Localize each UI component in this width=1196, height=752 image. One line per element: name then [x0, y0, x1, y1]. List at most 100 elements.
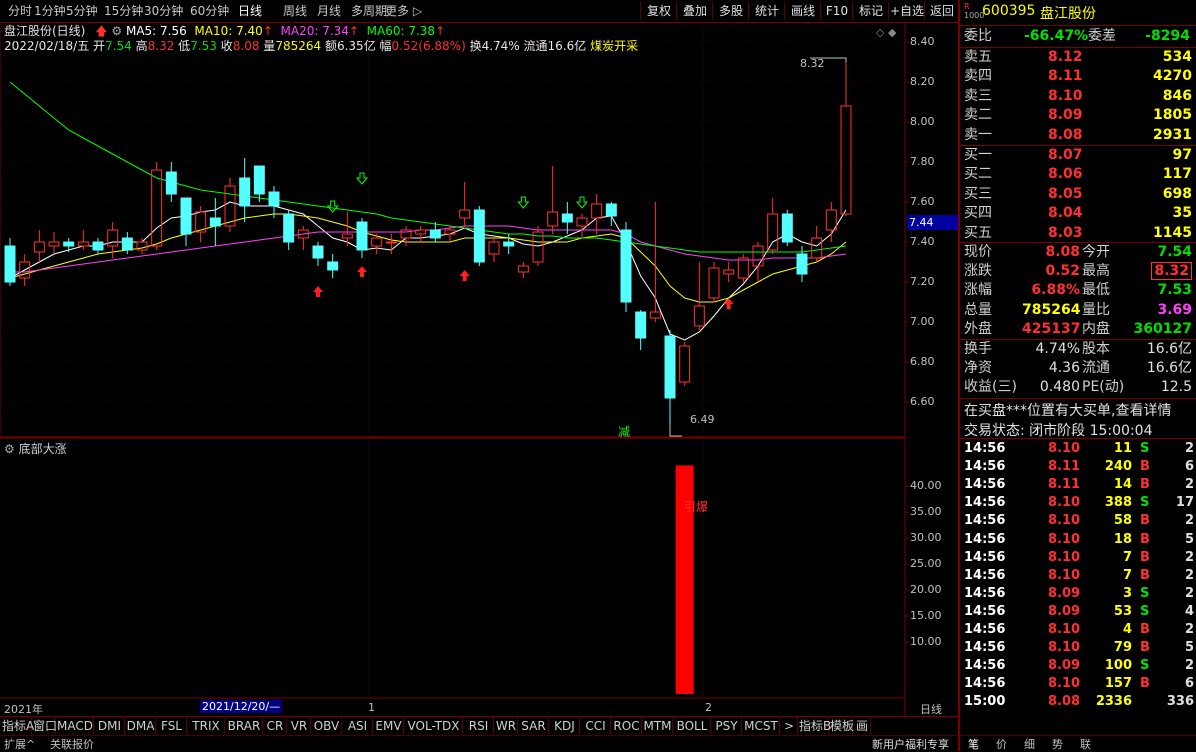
- indicator-tab-11[interactable]: ASI: [343, 718, 373, 734]
- indicator-tab-18[interactable]: CCI: [581, 718, 611, 734]
- candle[interactable]: [136, 238, 148, 254]
- tick-list[interactable]: 14:56 8.10 11 S 2 14:56 8.11 240 B 6 14:56 8.11 14 B 2…: [960, 440, 1196, 730]
- indicator-tab-24[interactable]: >: [781, 718, 798, 734]
- indicator-tab-23[interactable]: MCST: [743, 718, 780, 734]
- candle[interactable]: [825, 202, 837, 242]
- toolbar-button-2[interactable]: 多股: [712, 2, 749, 20]
- period-tab-0[interactable]: 分时: [8, 3, 32, 19]
- candle[interactable]: [576, 214, 588, 238]
- candle[interactable]: [92, 238, 104, 254]
- indicator-tab-26[interactable]: 模板: [830, 718, 854, 734]
- candle[interactable]: [224, 178, 236, 232]
- candle[interactable]: [547, 166, 559, 234]
- indicator-tab-15[interactable]: WR: [495, 718, 518, 734]
- promo-link[interactable]: 新用户福利专享: [872, 736, 949, 752]
- indicator-tab-2[interactable]: MACD: [57, 718, 94, 734]
- candle[interactable]: [283, 210, 295, 250]
- toolbar-button-3[interactable]: 统计: [748, 2, 785, 20]
- candle[interactable]: [811, 226, 823, 262]
- candle[interactable]: [635, 310, 647, 350]
- candle[interactable]: [561, 202, 573, 234]
- candle[interactable]: [165, 162, 177, 202]
- period-tab-5[interactable]: 60分钟: [190, 3, 229, 19]
- indicator-tab-7[interactable]: BRAR: [226, 718, 263, 734]
- candle[interactable]: [253, 165, 265, 202]
- candle[interactable]: [4, 238, 16, 286]
- candle[interactable]: [400, 226, 412, 246]
- candle[interactable]: [48, 232, 60, 254]
- candle[interactable]: [840, 58, 852, 216]
- period-tab-8[interactable]: 月线: [317, 3, 341, 19]
- candle[interactable]: [180, 197, 192, 246]
- candle[interactable]: [415, 226, 427, 242]
- indicator-tab-0[interactable]: 指标A: [2, 718, 34, 734]
- toolbar-button-5[interactable]: F10: [820, 2, 853, 20]
- toolbar-button-6[interactable]: 标记: [852, 2, 889, 20]
- toolbar-button-7[interactable]: +自选: [888, 2, 925, 20]
- candle[interactable]: [459, 182, 471, 226]
- related-quote-button[interactable]: 关联报价: [50, 736, 94, 752]
- candle[interactable]: [429, 222, 441, 242]
- candle[interactable]: [723, 262, 735, 282]
- indicator-tab-13[interactable]: VOL-TDX: [405, 718, 463, 734]
- period-tab-6[interactable]: 日线: [238, 3, 262, 19]
- indicator-title[interactable]: 底部大涨: [19, 442, 67, 456]
- candle[interactable]: [268, 186, 280, 218]
- candle[interactable]: [297, 226, 309, 250]
- gear-icon[interactable]: ⚙: [4, 442, 15, 456]
- indicator-tab-16[interactable]: SAR: [519, 718, 549, 734]
- indicator-tab-10[interactable]: OBV: [312, 718, 342, 734]
- candle[interactable]: [767, 198, 779, 254]
- candle[interactable]: [620, 222, 632, 312]
- big-order-notice[interactable]: 在买盘***位置有大买单,查看详情: [964, 400, 1171, 420]
- toolbar-button-1[interactable]: 叠加: [676, 2, 713, 20]
- indicator-tab-9[interactable]: VR: [288, 718, 311, 734]
- candle[interactable]: [473, 206, 485, 266]
- indicator-tab-27[interactable]: 画: [854, 718, 871, 734]
- candle[interactable]: [385, 234, 397, 254]
- candle[interactable]: [679, 342, 691, 386]
- period-tab-3[interactable]: 15分钟: [104, 3, 143, 19]
- period-tab-2[interactable]: 5分钟: [66, 3, 98, 19]
- indicator-tab-1[interactable]: 窗口: [33, 718, 57, 734]
- candle[interactable]: [737, 254, 749, 282]
- indicator-tab-22[interactable]: PSY: [712, 718, 742, 734]
- candle[interactable]: [503, 234, 515, 254]
- toolbar-button-0[interactable]: 复权: [640, 2, 677, 20]
- indicator-tab-5[interactable]: FSL: [157, 718, 187, 734]
- indicator-tab-19[interactable]: ROC: [612, 718, 642, 734]
- indicator-tab-17[interactable]: KDJ: [550, 718, 580, 734]
- candle[interactable]: [693, 262, 705, 330]
- candle[interactable]: [33, 230, 45, 262]
- indicator-tab-12[interactable]: EMV: [374, 718, 404, 734]
- candle[interactable]: [781, 210, 793, 246]
- candle[interactable]: [209, 198, 221, 246]
- candle[interactable]: [664, 330, 676, 424]
- candle[interactable]: [517, 262, 529, 278]
- candle[interactable]: [239, 158, 251, 222]
- toolbar-button-4[interactable]: 画线: [784, 2, 821, 20]
- period-tab-7[interactable]: 周线: [283, 3, 307, 19]
- period-tab-9[interactable]: 多周期: [351, 3, 387, 19]
- candle[interactable]: [356, 218, 368, 258]
- candle[interactable]: [151, 162, 163, 250]
- candle[interactable]: [312, 242, 324, 266]
- indicator-tab-20[interactable]: MTM: [643, 718, 673, 734]
- indicator-tab-3[interactable]: DMI: [95, 718, 125, 734]
- candle[interactable]: [63, 238, 75, 252]
- indicator-tab-14[interactable]: RSI: [464, 718, 494, 734]
- indicator-tab-4[interactable]: DMA: [126, 718, 156, 734]
- indicator-tab-21[interactable]: BOLL: [674, 718, 711, 734]
- kline-chart[interactable]: [0, 22, 958, 716]
- period-tab-1[interactable]: 1分钟: [34, 3, 66, 19]
- expand-button[interactable]: 扩展^: [4, 736, 35, 752]
- period-tab-10[interactable]: 更多 ▷: [385, 3, 422, 19]
- candle[interactable]: [488, 238, 500, 262]
- indicator-tab-8[interactable]: CR: [264, 718, 287, 734]
- indicator-tab-25[interactable]: 指标B: [799, 718, 831, 734]
- candle[interactable]: [752, 242, 764, 282]
- toolbar-button-8[interactable]: 返回: [924, 2, 959, 20]
- candle[interactable]: [327, 254, 339, 278]
- indicator-tab-6[interactable]: TRIX: [188, 718, 225, 734]
- period-tab-4[interactable]: 30分钟: [144, 3, 183, 19]
